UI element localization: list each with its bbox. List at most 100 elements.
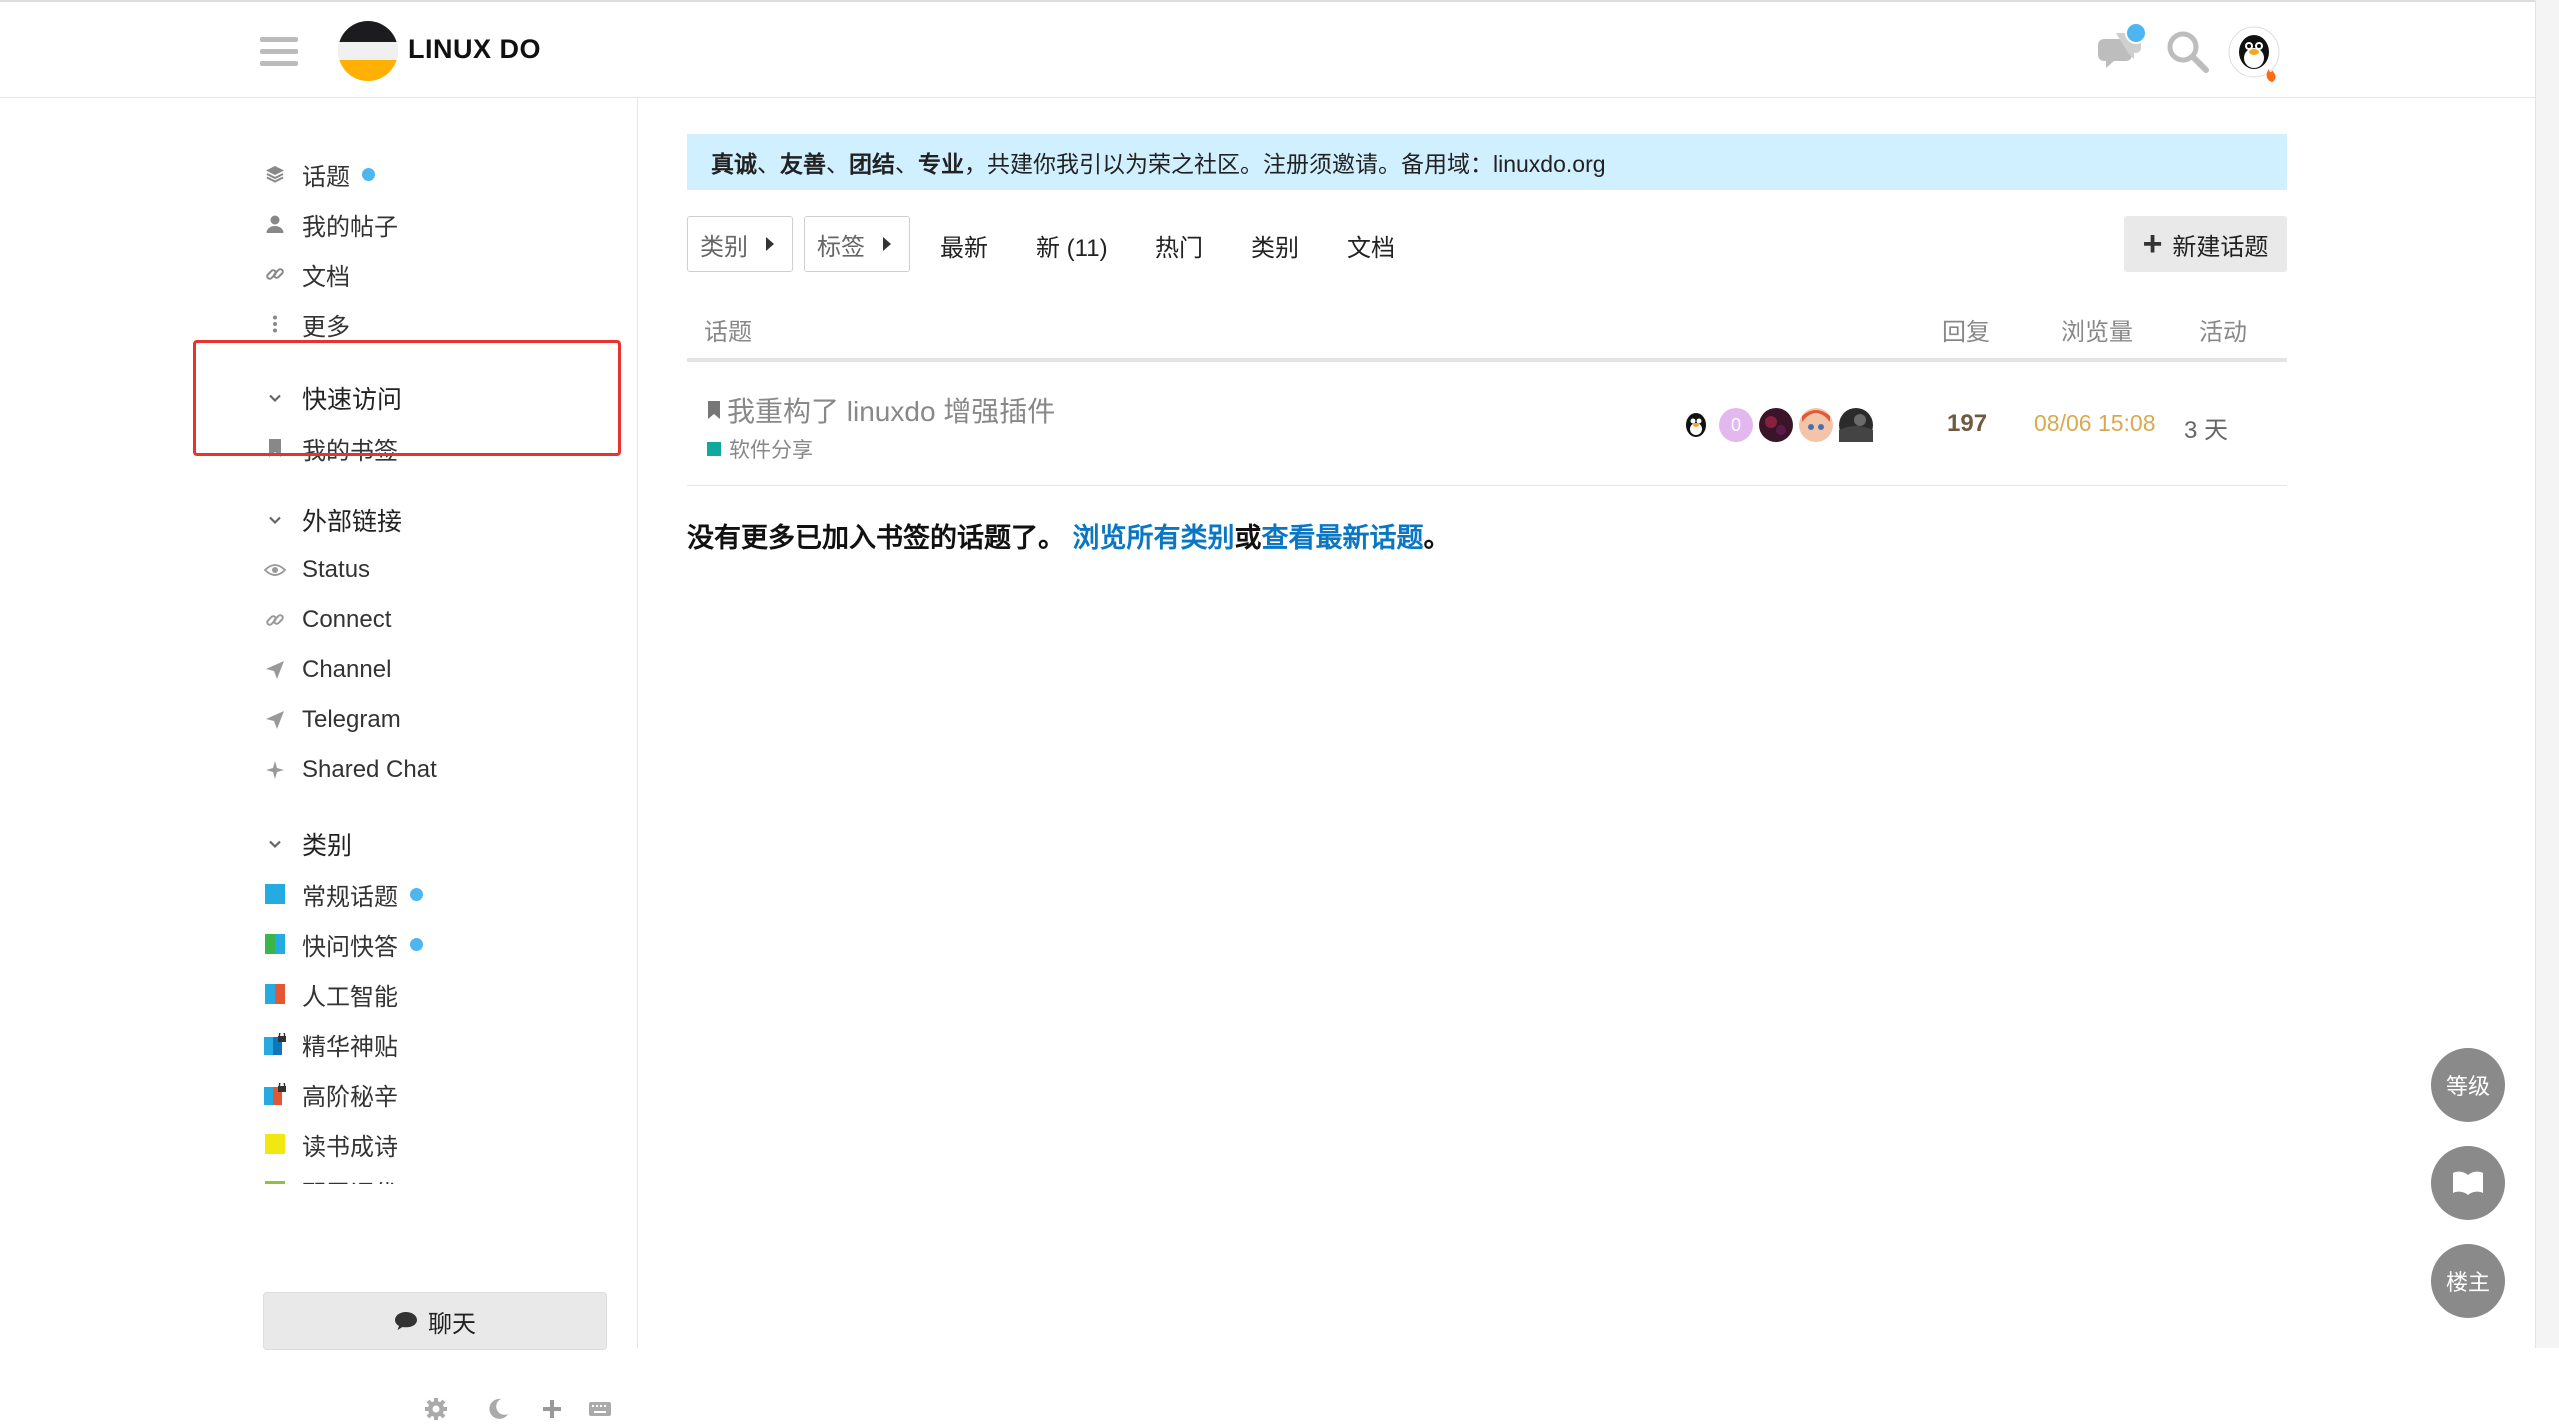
moon-icon[interactable] [483,1394,513,1424]
no-more-topics-message: 没有更多已加入书签的话题了。 浏览所有类别或查看最新话题。 [687,516,1451,555]
sidebar-item-label: 我的帖子 [302,213,398,241]
banner-text: ，共建你我引以为荣之社区。注册须邀请。备用域：linuxdo.org [964,151,1606,177]
chevron-down-icon [264,509,286,531]
announcement-banner: 真诚、友善、团结、专业 ，共建你我引以为荣之社区。注册须邀请。备用域：linuxd… [687,134,2287,190]
topic-list-header: 话题 回复 浏览量 活动 [687,300,2287,362]
sidebar-category-featured[interactable]: 精华神贴 [264,1024,398,1064]
unread-dot [410,887,423,901]
sidebar-item-label: Shared Chat [302,756,437,783]
owner-button-label: 楼主 [2445,1270,2490,1295]
sidebar-category-general[interactable]: 常规话题 [264,874,423,914]
category-dropdown[interactable]: 类别 [687,216,793,272]
tag-dropdown[interactable]: 标签 [804,216,910,272]
page-scrollbar[interactable] [2535,0,2559,1348]
sidebar-item-more[interactable]: 更多 [264,304,350,344]
hamburger-menu-icon[interactable] [258,30,300,72]
activity-time[interactable]: 3 天 [2184,410,2228,445]
sidebar-category-config[interactable]: 配置调优 [264,1168,398,1184]
paper-plane-icon [264,659,286,681]
sidebar: 话题 我的帖子 文档 更多 快速访问 我的书签 外部链接 Status Conn… [0,98,638,1420]
bookmark-icon [707,400,721,420]
more-vertical-icon [264,313,286,335]
level-button[interactable]: 等级 [2431,1048,2505,1122]
sidebar-item-channel[interactable]: Channel [264,650,391,690]
topic-owner-button[interactable]: 楼主 [2431,1244,2505,1318]
sidebar-item-docs[interactable]: 文档 [264,254,350,294]
eye-icon [264,559,286,581]
open-book-button[interactable] [2431,1146,2505,1220]
view-latest-link[interactable]: 查看最新话题 [1262,523,1424,553]
keyboard-icon[interactable] [585,1394,615,1424]
section-title: 外部链接 [302,508,403,536]
sparkle-icon [264,759,286,781]
nav-new[interactable]: 新 (11) [1036,228,1108,263]
search-icon[interactable] [2163,27,2211,75]
nav-docs[interactable]: 文档 [1347,228,1395,263]
header-replies[interactable]: 回复 [1942,312,1990,347]
topic-category-badge[interactable]: 软件分享 [707,434,813,464]
category-swatch [264,1133,286,1155]
sidebar-item-telegram[interactable]: Telegram [264,700,401,740]
sidebar-item-label: 人工智能 [302,983,398,1011]
sidebar-item-topics[interactable]: 话题 [264,154,375,194]
topic-category-name: 软件分享 [729,439,813,462]
locked-category-swatch [264,1083,286,1105]
banner-bold-word: 友善 [780,151,826,177]
sidebar-category-reading[interactable]: 读书成诗 [264,1124,398,1164]
sidebar-item-label: 高阶秘辛 [302,1083,398,1111]
sidebar-item-label: 文档 [302,263,350,291]
site-name[interactable]: LINUX DO [408,34,541,65]
poster-avatar[interactable]: 0 [1719,408,1753,442]
browse-categories-link[interactable]: 浏览所有类别 [1073,523,1235,553]
section-title: 类别 [302,832,353,860]
sidebar-item-label: 我的书签 [302,437,398,465]
sidebar-item-label: Connect [302,606,392,633]
user-avatar[interactable] [2228,26,2280,82]
sidebar-category-advanced[interactable]: 高阶秘辛 [264,1074,398,1114]
sidebar-item-bookmarks[interactable]: 我的书签 [264,428,398,468]
header-topic[interactable]: 话题 [704,312,752,347]
sidebar-item-my-posts[interactable]: 我的帖子 [264,204,398,244]
reply-count[interactable]: 197 [1947,410,1987,438]
sidebar-section-quick-access[interactable]: 快速访问 [264,378,402,418]
poster-avatar[interactable] [1679,408,1713,442]
poster-avatar[interactable] [1839,408,1873,442]
site-logo-icon[interactable] [337,20,399,82]
sidebar-item-label: Channel [302,656,392,683]
link-icon [264,263,286,285]
chat-button[interactable]: 聊天 [263,1292,607,1350]
posters-list: 0 [1679,408,1873,442]
poster-avatar[interactable] [1799,408,1833,442]
level-button-label: 等级 [2445,1074,2490,1099]
sidebar-section-external-links[interactable]: 外部链接 [264,500,402,540]
banner-separator: 、 [826,151,849,177]
sidebar-item-shared-chat[interactable]: Shared Chat [264,750,437,790]
sidebar-category-ai[interactable]: 人工智能 [264,974,398,1014]
header-views[interactable]: 浏览量 [2061,312,2133,347]
nav-categories[interactable]: 类别 [1251,228,1299,263]
footer-middle: 或 [1234,523,1262,553]
sidebar-category-qa[interactable]: 快问快答 [264,924,423,964]
header-activity[interactable]: 活动 [2199,312,2247,347]
new-topic-button[interactable]: + 新建话题 [2124,216,2287,272]
section-title: 快速访问 [302,386,403,414]
banner-bold-word: 真诚 [711,151,757,177]
paper-plane-icon [264,709,286,731]
nav-latest[interactable]: 最新 [940,228,988,263]
link-icon [264,609,286,631]
sidebar-item-label: 话题 [302,163,350,191]
sidebar-section-categories[interactable]: 类别 [264,824,352,864]
sidebar-item-connect[interactable]: Connect [264,600,391,640]
footer-suffix: 。 [1423,523,1451,553]
gear-icon[interactable] [421,1394,451,1424]
topic-title-link[interactable]: 我重构了 linuxdo 增强插件 [707,390,1055,430]
view-count: 08/06 15:08 [2034,410,2156,436]
footer-prefix: 没有更多已加入书签的话题了。 [687,523,1065,553]
sidebar-item-status[interactable]: Status [264,550,370,590]
table-row[interactable]: 我重构了 linuxdo 增强插件 软件分享 0 197 08/06 15:08… [687,364,2287,486]
nav-hot[interactable]: 热门 [1155,228,1203,263]
open-book-icon [2452,1170,2484,1196]
plus-icon[interactable] [537,1394,567,1424]
poster-avatar[interactable] [1759,408,1793,442]
plus-icon: + [2142,225,2163,263]
